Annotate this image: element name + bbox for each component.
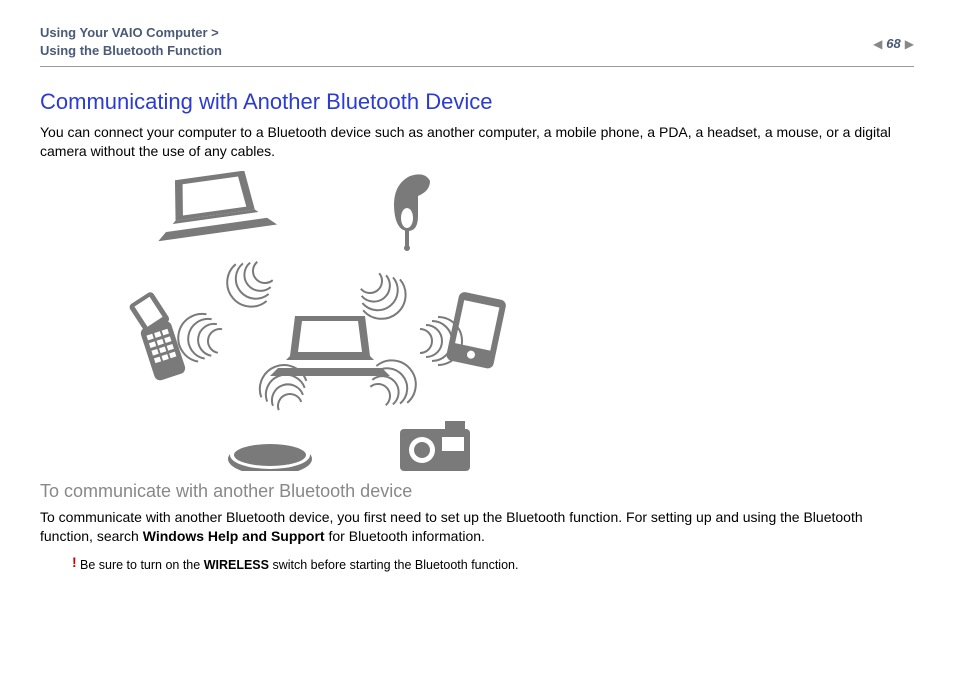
headset-icon	[394, 174, 430, 251]
breadcrumb-line2: Using the Bluetooth Function	[40, 42, 222, 60]
next-page-arrow-icon[interactable]: ▶	[905, 37, 914, 51]
warning-text: Be sure to turn on the WIRELESS switch b…	[80, 558, 518, 572]
bluetooth-diagram	[100, 171, 540, 471]
instruction-paragraph: To communicate with another Bluetooth de…	[40, 508, 914, 546]
mouse-icon	[228, 441, 312, 471]
warning-icon: !	[72, 554, 77, 570]
page-number: 68	[886, 36, 900, 51]
laptop-center-icon	[270, 316, 390, 376]
laptop-icon	[150, 171, 277, 241]
camera-icon	[400, 421, 470, 471]
page-header: Using Your VAIO Computer > Using the Blu…	[40, 24, 914, 67]
intro-paragraph: You can connect your computer to a Bluet…	[40, 123, 914, 161]
breadcrumb-line1: Using Your VAIO Computer >	[40, 24, 222, 42]
section-subhead: To communicate with another Bluetooth de…	[40, 481, 914, 502]
page-title: Communicating with Another Bluetooth Dev…	[40, 89, 914, 115]
help-support-bold: Windows Help and Support	[143, 528, 325, 544]
page-nav: ◀ 68 ▶	[873, 24, 914, 51]
breadcrumb: Using Your VAIO Computer > Using the Blu…	[40, 24, 222, 60]
prev-page-arrow-icon[interactable]: ◀	[873, 37, 882, 51]
warning-note: ! Be sure to turn on the WIRELESS switch…	[40, 556, 914, 574]
